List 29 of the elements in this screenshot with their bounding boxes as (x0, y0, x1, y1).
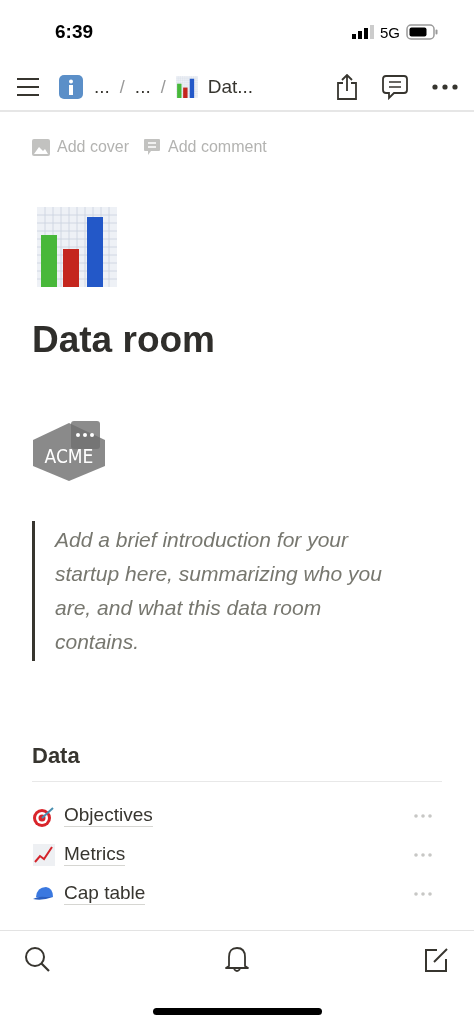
breadcrumb[interactable]: ... (134, 76, 151, 98)
line-chart-icon (32, 842, 56, 867)
network-label: 5G (380, 23, 400, 41)
page-title: Data room (32, 319, 216, 361)
clock: 6:39 (55, 21, 94, 43)
bell-icon[interactable] (223, 945, 250, 973)
page-link[interactable]: Cap table (64, 882, 146, 905)
image-icon (32, 138, 50, 156)
bar-chart-icon (37, 207, 117, 287)
logo: ACME (32, 421, 108, 483)
quote-text: Add a brief introduction for your startup here, summarizing who you are, and what this data room contains. (32, 521, 442, 661)
share-icon[interactable] (336, 74, 358, 100)
breadcrumb-separator: / (160, 76, 166, 98)
compose-icon[interactable] (423, 945, 450, 973)
comment-icon (143, 138, 162, 156)
battery-icon (406, 24, 438, 40)
comment-icon[interactable] (382, 74, 408, 100)
section-heading: Data (32, 743, 442, 782)
menu-icon[interactable] (16, 78, 40, 96)
page-link[interactable]: Metrics (64, 843, 126, 866)
breadcrumb[interactable]: Dat... (207, 76, 254, 98)
info-icon (58, 74, 84, 100)
more-icon[interactable] (432, 84, 458, 90)
signal-icon (352, 25, 374, 39)
breadcrumb-separator: / (119, 76, 125, 98)
bar-chart-icon (175, 76, 198, 98)
search-icon[interactable] (24, 945, 50, 973)
page-link[interactable]: Objectives (64, 804, 153, 827)
breadcrumb[interactable]: ... (94, 76, 110, 98)
